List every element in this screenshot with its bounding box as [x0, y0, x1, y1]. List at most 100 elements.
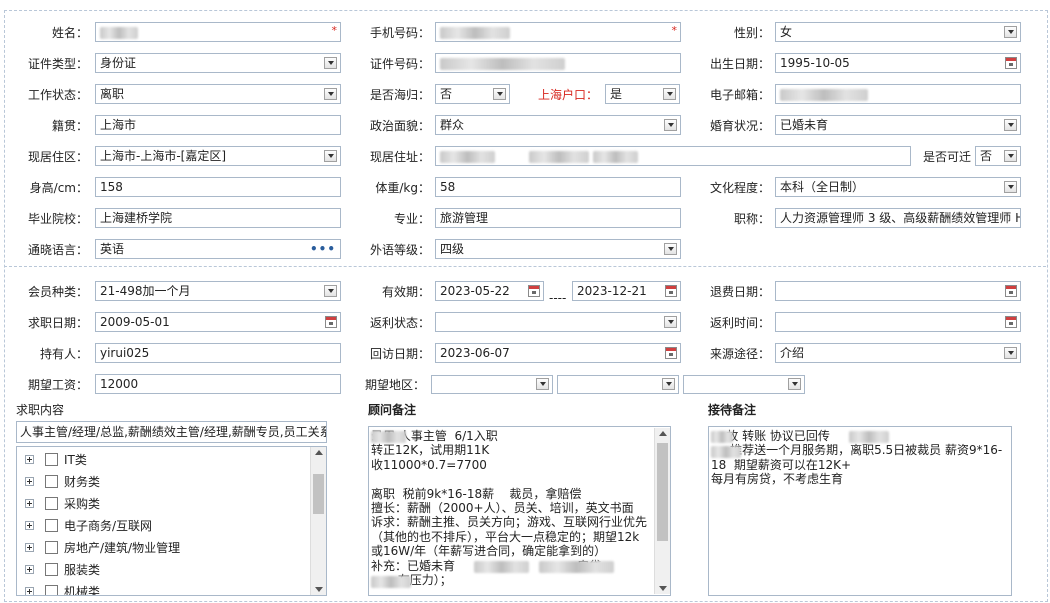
- work-status-select[interactable]: 离职: [95, 84, 341, 104]
- job-category-tree[interactable]: IT类 财务类 采购类 电子商务/互联网 房地产/建筑/物业管理 服装类 机械类: [16, 446, 327, 596]
- category-checkbox[interactable]: [45, 541, 58, 554]
- area-city-select[interactable]: [557, 375, 679, 394]
- scroll-up-icon[interactable]: [659, 431, 667, 436]
- title-field[interactable]: 人力资源管理师 3 级、高级薪酬绩效管理师 H: [775, 208, 1021, 228]
- address-label: 现居住址：: [369, 150, 430, 164]
- category-checkbox[interactable]: [45, 519, 58, 532]
- scroll-up-icon[interactable]: [315, 450, 323, 455]
- chevron-down-icon[interactable]: [664, 119, 677, 131]
- expand-icon[interactable]: [25, 565, 34, 574]
- chevron-down-icon[interactable]: [664, 243, 677, 255]
- chevron-down-icon[interactable]: [1004, 347, 1017, 359]
- political-select[interactable]: 群众: [435, 115, 681, 135]
- birth-date-field[interactable]: 1995-10-05: [775, 53, 1021, 73]
- scroll-thumb[interactable]: [313, 473, 324, 514]
- id-no-field[interactable]: [435, 53, 681, 73]
- calendar-icon[interactable]: [1005, 57, 1017, 69]
- calendar-icon[interactable]: [325, 316, 337, 328]
- chevron-down-icon[interactable]: [663, 88, 676, 100]
- native-field[interactable]: 上海市: [95, 115, 341, 135]
- category-checkbox[interactable]: [45, 475, 58, 488]
- email-field[interactable]: [775, 84, 1021, 104]
- calendar-icon[interactable]: [1005, 316, 1017, 328]
- tree-item[interactable]: IT类: [17, 449, 310, 471]
- chevron-down-icon[interactable]: [324, 150, 337, 162]
- education-select[interactable]: 本科（全日制）: [775, 177, 1021, 197]
- category-checkbox[interactable]: [45, 563, 58, 576]
- weight-field[interactable]: 58: [435, 177, 681, 197]
- tree-scrollbar[interactable]: [310, 447, 326, 595]
- consultant-notes-textarea[interactable]: 录用 人事主管 6/1入职 转正12K，试用期11K 收11000*0.7=7700…: [368, 426, 671, 596]
- scroll-thumb[interactable]: [657, 443, 668, 541]
- school-field[interactable]: 上海建桥学院: [95, 208, 341, 228]
- height-field[interactable]: 158: [95, 177, 341, 197]
- refund-date-label: 退费日期：: [709, 285, 770, 299]
- expand-icon[interactable]: [25, 499, 34, 508]
- rebate-status-select[interactable]: [435, 312, 681, 332]
- area-district-select[interactable]: [683, 375, 805, 394]
- expand-icon[interactable]: [25, 521, 34, 530]
- tree-item[interactable]: 机械类: [17, 581, 310, 595]
- mobile-field[interactable]: *: [435, 22, 681, 42]
- validity-to-field[interactable]: 2023-12-21: [572, 281, 681, 301]
- chevron-down-icon[interactable]: [324, 88, 337, 100]
- consultant-notes-scrollbar[interactable]: [654, 428, 670, 594]
- member-type-select[interactable]: 21-498加一个月: [95, 281, 341, 301]
- address-field[interactable]: [435, 146, 911, 166]
- name-field[interactable]: *: [95, 22, 341, 42]
- visit-date-field[interactable]: 2023-06-07: [435, 343, 681, 363]
- holder-field[interactable]: yirui025: [95, 343, 341, 363]
- scroll-down-icon[interactable]: [315, 587, 323, 592]
- tree-item[interactable]: 财务类: [17, 471, 310, 493]
- category-checkbox[interactable]: [45, 497, 58, 510]
- chevron-down-icon[interactable]: [324, 285, 337, 297]
- major-field[interactable]: 旅游管理: [435, 208, 681, 228]
- area-province-select[interactable]: [431, 375, 553, 394]
- source-select[interactable]: 介绍: [775, 343, 1021, 363]
- more-options-icon[interactable]: •••: [310, 240, 336, 258]
- reception-notes-textarea[interactable]: 故 转账 协议已回传 推荐送一个月服务期，离职5.5日被裁员 薪资9*16- 18…: [708, 426, 1012, 596]
- calendar-icon[interactable]: [665, 347, 677, 359]
- expand-icon[interactable]: [25, 477, 34, 486]
- rebate-time-field[interactable]: [775, 312, 1021, 332]
- scroll-down-icon[interactable]: [659, 586, 667, 591]
- calendar-icon[interactable]: [665, 285, 677, 297]
- chevron-down-icon[interactable]: [324, 57, 337, 69]
- language-field[interactable]: 英语 •••: [95, 239, 341, 259]
- gender-select[interactable]: 女: [775, 22, 1021, 42]
- salary-field[interactable]: 12000: [95, 374, 341, 394]
- id-type-label: 证件类型：: [27, 57, 88, 71]
- tree-item[interactable]: 房地产/建筑/物业管理: [17, 537, 310, 559]
- calendar-icon[interactable]: [528, 285, 540, 297]
- chevron-down-icon[interactable]: [662, 378, 675, 390]
- validity-from-field[interactable]: 2023-05-22: [435, 281, 544, 301]
- calendar-icon[interactable]: [1005, 285, 1017, 297]
- tree-item[interactable]: 服装类: [17, 559, 310, 581]
- marital-select[interactable]: 已婚未育: [775, 115, 1021, 135]
- redacted-text: [371, 431, 406, 443]
- expand-icon[interactable]: [25, 543, 34, 552]
- category-checkbox[interactable]: [45, 453, 58, 466]
- tree-item[interactable]: 采购类: [17, 493, 310, 515]
- chevron-down-icon[interactable]: [788, 378, 801, 390]
- job-date-field[interactable]: 2009-05-01: [95, 312, 341, 332]
- lang-level-select[interactable]: 四级: [435, 239, 681, 259]
- expand-icon[interactable]: [25, 455, 34, 464]
- chevron-down-icon[interactable]: [1004, 119, 1017, 131]
- relocate-select[interactable]: 否: [975, 146, 1021, 166]
- chevron-down-icon[interactable]: [664, 316, 677, 328]
- job-content-summary[interactable]: 人事主管/经理/总监,薪酬绩效主管/经理,薪酬专员,员工关系: [16, 421, 327, 443]
- id-type-select[interactable]: 身份证: [95, 53, 341, 73]
- chevron-down-icon[interactable]: [493, 88, 506, 100]
- chevron-down-icon[interactable]: [1004, 181, 1017, 193]
- residence-area-select[interactable]: 上海市-上海市-[嘉定区]: [95, 146, 341, 166]
- chevron-down-icon[interactable]: [1004, 26, 1017, 38]
- hukou-select[interactable]: 是: [605, 84, 680, 104]
- chevron-down-icon[interactable]: [536, 378, 549, 390]
- refund-date-field[interactable]: [775, 281, 1021, 301]
- overseas-select[interactable]: 否: [435, 84, 510, 104]
- expand-icon[interactable]: [25, 587, 34, 595]
- chevron-down-icon[interactable]: [1004, 150, 1017, 162]
- tree-item[interactable]: 电子商务/互联网: [17, 515, 310, 537]
- category-checkbox[interactable]: [45, 585, 58, 595]
